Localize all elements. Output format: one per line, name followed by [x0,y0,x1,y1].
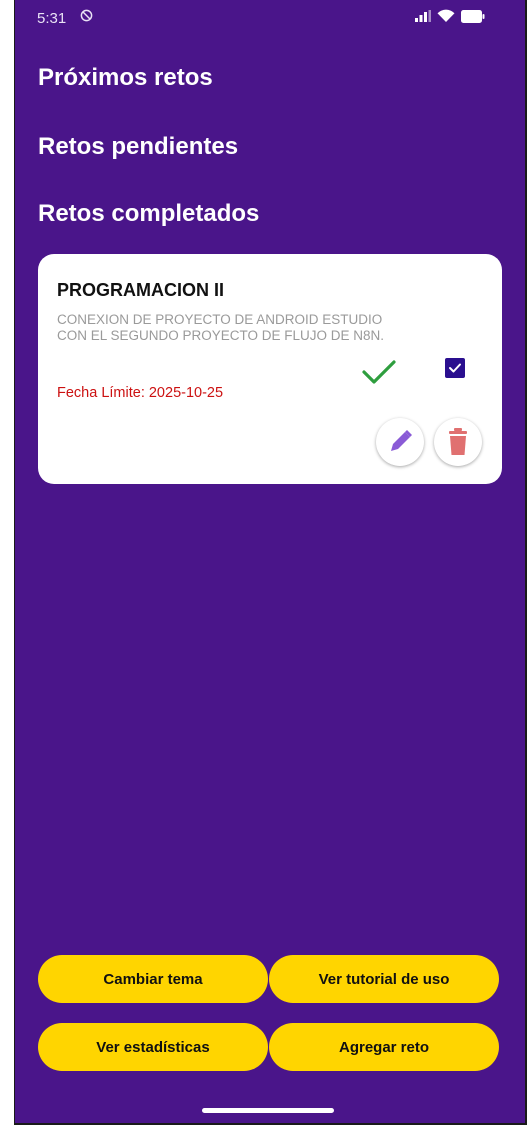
tutorial-button[interactable]: Ver tutorial de uso [269,955,499,1003]
app-screen: 5:31 Próximos retos Retos pendientes Ret… [14,0,527,1125]
home-indicator[interactable] [202,1108,334,1113]
battery-icon [461,9,485,23]
challenge-title: PROGRAMACION II [57,280,225,300]
add-challenge-button[interactable]: Agregar reto [269,1023,499,1071]
wifi-icon [437,9,455,22]
checkbox-check-icon [449,363,461,373]
change-theme-button[interactable]: Cambiar tema [38,955,268,1003]
section-title-pending[interactable]: Retos pendientes [38,133,238,161]
pencil-icon [391,430,412,451]
completed-checkbox[interactable] [445,358,465,378]
section-title-upcoming[interactable]: Próximos retos [38,64,213,92]
challenge-card[interactable]: PROGRAMACION II CONEXION DE PROYECTO DE … [38,254,502,484]
challenge-due-date: Fecha Límite: 2025-10-25 [57,385,224,401]
signal-icon [415,10,431,22]
challenge-description: CONEXION DE PROYECTO DE ANDROID ESTUDIO … [57,312,385,343]
status-icons [415,9,485,23]
status-time: 5:31 [37,10,67,27]
delete-button[interactable] [434,418,482,466]
edit-button[interactable] [376,418,424,466]
trash-icon [449,428,467,455]
statistics-button[interactable]: Ver estadísticas [38,1023,268,1071]
do-not-disturb-icon [80,9,93,22]
section-title-completed[interactable]: Retos completados [38,200,259,228]
completed-check-icon [362,360,396,384]
status-bar: 5:31 [15,0,525,36]
